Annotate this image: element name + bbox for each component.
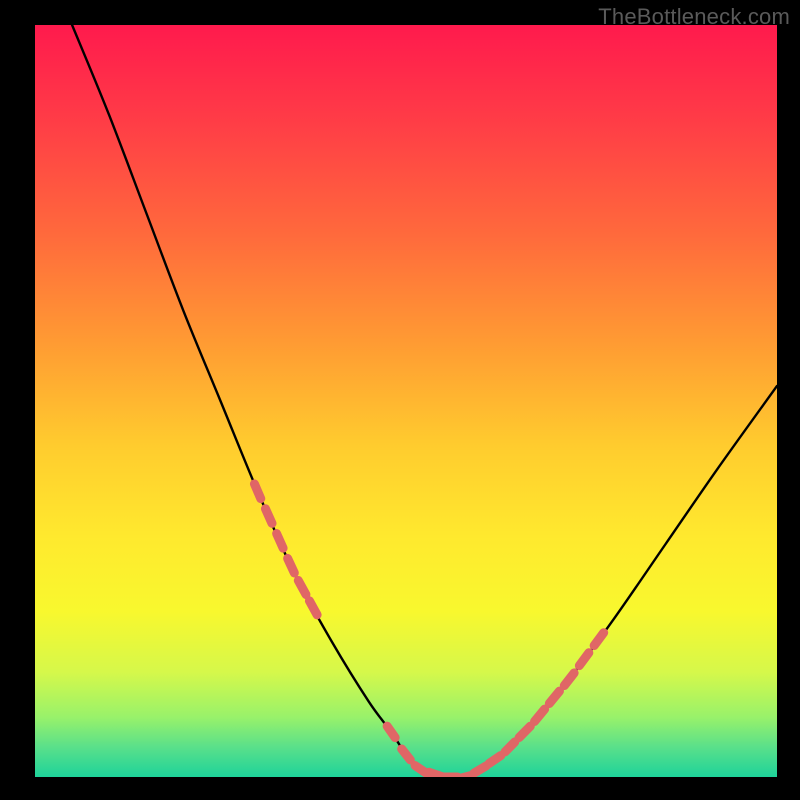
dash-marker [277,534,284,549]
dash-marker [505,742,515,752]
dash-marker [254,484,260,499]
dash-marker [459,775,473,777]
dash-marker [402,749,411,760]
bottleneck-curve [72,25,777,777]
dash-marker [309,601,317,615]
plot-area [35,25,777,777]
dash-marker [534,709,544,721]
dash-marker [265,509,272,524]
dash-marker [298,580,306,594]
dash-marker [288,558,295,573]
dash-marker [489,756,501,764]
dash-marker [519,726,530,737]
dash-marker [594,633,604,646]
dash-marker [579,653,589,666]
dash-markers [254,484,603,777]
chart-frame: TheBottleneck.com [0,0,800,800]
dash-marker [474,766,486,773]
curve-svg [35,25,777,777]
dash-marker [549,691,559,703]
dash-marker [564,673,574,686]
dash-marker [387,726,395,737]
